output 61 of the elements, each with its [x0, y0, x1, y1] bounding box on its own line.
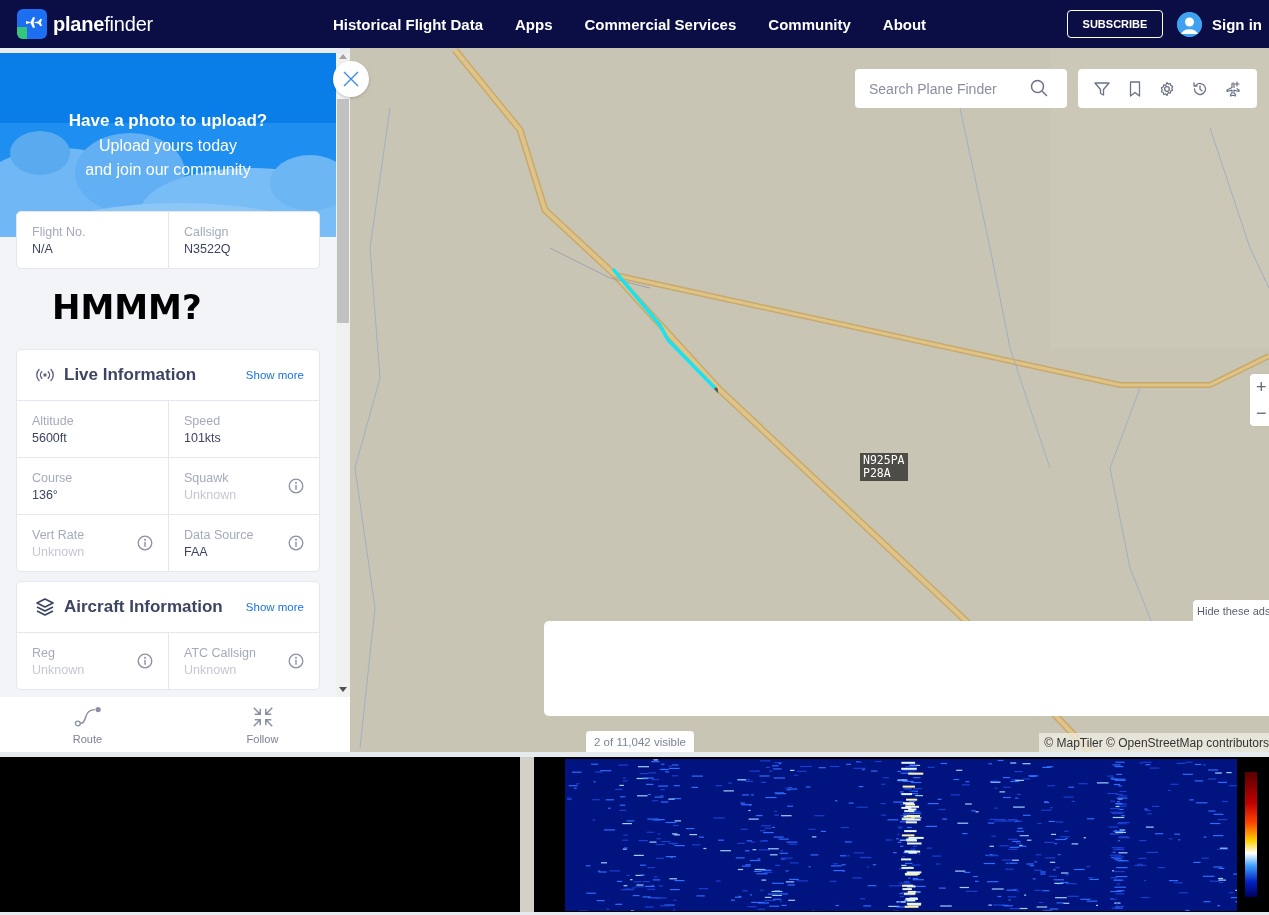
- search-icon[interactable]: [1030, 79, 1048, 97]
- layers-icon: [34, 597, 56, 617]
- section-title: Aircraft Information: [64, 597, 224, 617]
- map-attribution: © MapTiler © OpenStreetMap contributors: [1039, 733, 1269, 752]
- route-icon: [72, 704, 103, 729]
- banner-text: and join our community: [85, 161, 251, 179]
- show-more-link[interactable]: Show more: [245, 601, 304, 613]
- aircraft-label[interactable]: N925PA P28A: [860, 453, 908, 481]
- field-value: Unknown: [32, 662, 86, 677]
- show-more-link[interactable]: Show more: [245, 369, 304, 381]
- nav-link[interactable]: Commercial Services: [584, 15, 737, 33]
- field-label: Flight No.: [32, 224, 87, 239]
- subscribe-button[interactable]: SUBSCRIBE: [1067, 10, 1163, 38]
- field-value: 101kts: [184, 430, 222, 445]
- field-value: Unknown: [184, 662, 238, 677]
- field-value: N/A: [32, 241, 54, 256]
- info-icon[interactable]: [288, 535, 304, 551]
- plane-add-icon[interactable]: [1223, 79, 1242, 98]
- logo-wordmark[interactable]: planefinder: [53, 12, 154, 36]
- field-label: Data Source: [184, 527, 255, 542]
- field-label: Vert Rate: [32, 527, 86, 542]
- scrollbar-thumb[interactable]: [337, 99, 349, 323]
- field-label: Altitude: [32, 413, 75, 428]
- field-label: Callsign: [184, 224, 230, 239]
- visible-count: 2 of 11,042 visible: [586, 731, 694, 752]
- aircraft-label-text: N925PA: [863, 454, 905, 467]
- field-value: N3522Q: [184, 241, 232, 256]
- field-value: 5600ft: [32, 430, 68, 445]
- info-icon[interactable]: [137, 535, 153, 551]
- follow-button[interactable]: Follow: [175, 697, 350, 752]
- field-value: Unknown: [184, 487, 238, 502]
- aircraft-label-text: P28A: [863, 467, 892, 480]
- nav-link[interactable]: About: [882, 15, 927, 33]
- field-value: Unknown: [32, 544, 86, 559]
- nav-link[interactable]: Apps: [515, 15, 553, 33]
- filter-icon[interactable]: [1093, 79, 1112, 98]
- banner-text: Upload yours today: [99, 137, 237, 155]
- field-label: Reg: [32, 645, 56, 660]
- close-icon: [343, 71, 359, 87]
- field-value: 136°: [32, 487, 59, 502]
- section-title: Live Information: [64, 365, 198, 385]
- search-field[interactable]: Search Plane Finder: [855, 69, 1067, 108]
- zoom-button[interactable]: −: [1250, 400, 1269, 426]
- info-icon[interactable]: [288, 653, 304, 669]
- field-label: Course: [32, 470, 74, 485]
- banner-title: Have a photo to upload?: [68, 111, 268, 131]
- note-text: HMMM?: [52, 287, 203, 327]
- route-button[interactable]: Route: [0, 697, 175, 752]
- info-icon[interactable]: [288, 478, 304, 494]
- field-label: ATC Callsign: [184, 645, 257, 660]
- sign-in-link[interactable]: Sign in: [1212, 15, 1262, 33]
- field-value: FAA: [184, 544, 209, 559]
- field-label: Squawk: [184, 470, 230, 485]
- scrollbar-track[interactable]: [336, 53, 350, 697]
- nav-link[interactable]: Community: [768, 15, 851, 33]
- info-icon[interactable]: [137, 653, 153, 669]
- logo-icon[interactable]: [17, 9, 47, 39]
- nav-link[interactable]: Historical Flight Data: [333, 15, 484, 33]
- zoom-button[interactable]: +: [1250, 374, 1269, 400]
- field-label: Speed: [184, 413, 222, 428]
- avatar-icon[interactable]: [1177, 11, 1202, 37]
